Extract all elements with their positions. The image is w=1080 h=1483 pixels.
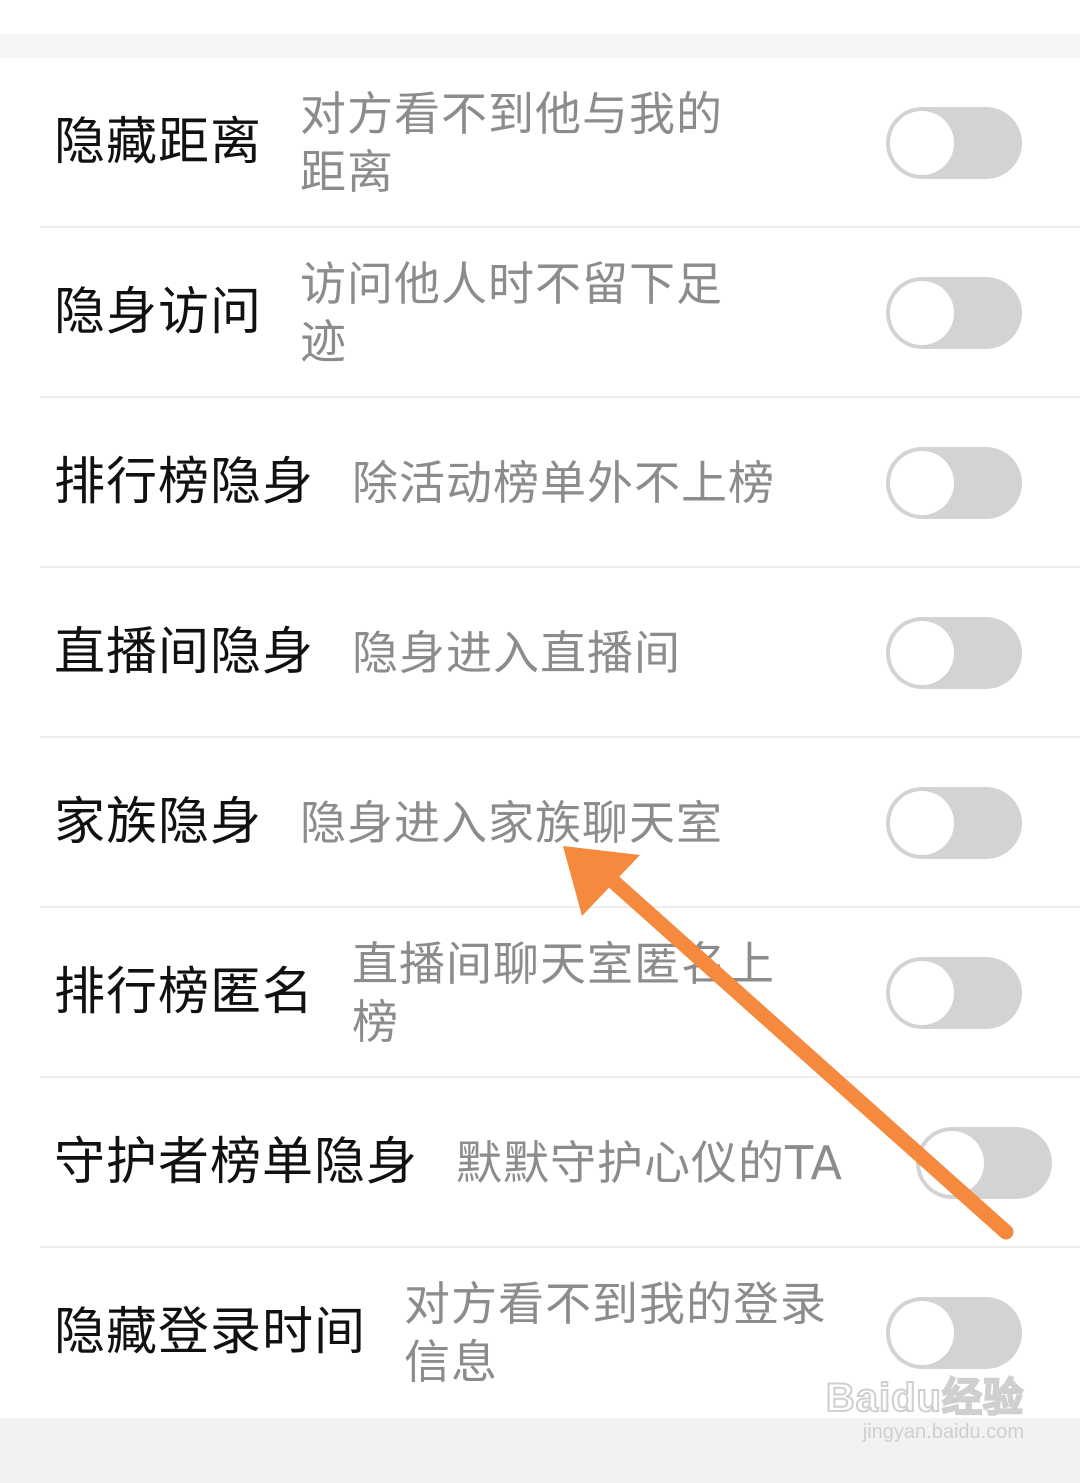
setting-title: 家族隐身 bbox=[54, 793, 263, 852]
setting-row-invisible-visit[interactable]: 隐身访问 访问他人时不留下足迹 bbox=[0, 228, 1080, 398]
toggle-knob bbox=[890, 621, 954, 685]
top-strip bbox=[0, 0, 1080, 34]
toggle-knob bbox=[890, 1301, 954, 1365]
toggle-knob bbox=[890, 791, 954, 855]
setting-row-guardian-invisible[interactable]: 守护者榜单隐身 默默守护心仪的TA bbox=[0, 1078, 1080, 1248]
setting-title: 守护者榜单隐身 bbox=[54, 1133, 419, 1192]
toggle-knob bbox=[890, 451, 954, 515]
setting-row-family-invisible[interactable]: 家族隐身 隐身进入家族聊天室 bbox=[0, 738, 1080, 908]
setting-row-hide-distance[interactable]: 隐藏距离 对方看不到他与我的距离 bbox=[0, 58, 1080, 228]
setting-row-ranking-invisible[interactable]: 排行榜隐身 除活动榜单外不上榜 bbox=[0, 398, 1080, 568]
watermark: Baidu经验 jingyan.baidu.com bbox=[825, 1375, 1024, 1444]
toggle-knob bbox=[920, 1131, 985, 1195]
setting-description: 对方看不到我的登录信息 bbox=[404, 1277, 828, 1389]
privacy-settings-list: 隐藏距离 对方看不到他与我的距离 隐身访问 访问他人时不留下足迹 排行榜隐身 除… bbox=[0, 58, 1080, 1418]
setting-title: 隐藏登录时间 bbox=[54, 1303, 367, 1362]
setting-title: 排行榜隐身 bbox=[54, 453, 315, 512]
setting-description: 隐身进入家族聊天室 bbox=[300, 796, 724, 850]
toggle-knob bbox=[890, 961, 954, 1025]
hide-login-time-toggle[interactable] bbox=[886, 1297, 1022, 1369]
guardian-invisible-toggle[interactable] bbox=[916, 1127, 1053, 1199]
setting-title: 直播间隐身 bbox=[54, 623, 315, 682]
toggle-knob bbox=[890, 281, 954, 345]
setting-description: 隐身进入直播间 bbox=[352, 626, 682, 680]
setting-description: 对方看不到他与我的距离 bbox=[300, 87, 724, 199]
live-room-invisible-toggle[interactable] bbox=[886, 617, 1022, 689]
watermark-url: jingyan.baidu.com bbox=[862, 1421, 1024, 1443]
watermark-logo: Baidu经验 bbox=[825, 1375, 1024, 1421]
setting-title: 排行榜匿名 bbox=[54, 963, 315, 1022]
hide-distance-toggle[interactable] bbox=[886, 107, 1022, 179]
setting-description: 除活动榜单外不上榜 bbox=[352, 456, 776, 510]
setting-row-live-room-invisible[interactable]: 直播间隐身 隐身进入直播间 bbox=[0, 568, 1080, 738]
setting-title: 隐藏距离 bbox=[54, 113, 263, 172]
setting-row-ranking-anonymous[interactable]: 排行榜匿名 直播间聊天室匿名上榜 bbox=[0, 908, 1080, 1078]
family-invisible-toggle[interactable] bbox=[886, 787, 1022, 859]
setting-title: 隐身访问 bbox=[54, 283, 263, 342]
setting-description: 默默守护心仪的TA bbox=[456, 1136, 844, 1190]
ranking-anonymous-toggle[interactable] bbox=[886, 957, 1022, 1029]
invisible-visit-toggle[interactable] bbox=[886, 277, 1022, 349]
toggle-knob bbox=[890, 111, 954, 175]
setting-description: 直播间聊天室匿名上榜 bbox=[352, 937, 776, 1049]
setting-description: 访问他人时不留下足迹 bbox=[300, 257, 724, 369]
ranking-invisible-toggle[interactable] bbox=[886, 447, 1022, 519]
